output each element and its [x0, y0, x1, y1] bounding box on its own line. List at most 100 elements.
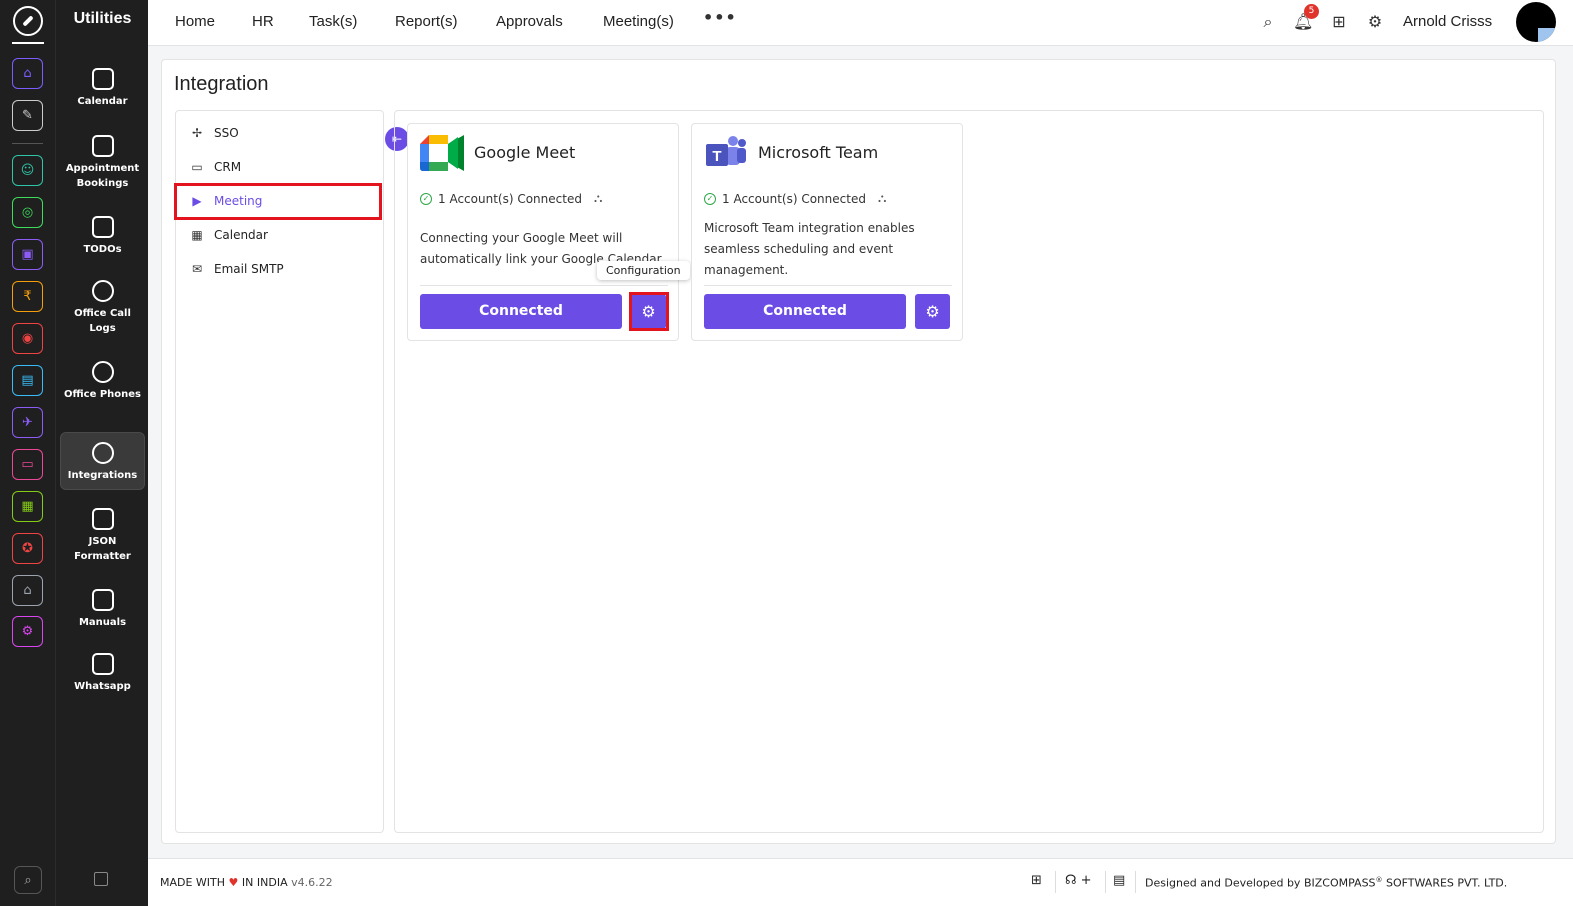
manual-icon — [91, 589, 114, 611]
notification-badge: 5 — [1304, 4, 1319, 19]
desk-phone-icon — [91, 361, 114, 383]
report-icon[interactable]: ▦ — [12, 491, 43, 522]
designed-prefix: Designed and Developed by — [1145, 876, 1301, 890]
util-item-label: Office Phones — [63, 389, 142, 400]
sitemap-icon[interactable]: ⛬ — [878, 191, 886, 206]
util-item-label: TODOs — [83, 244, 122, 255]
search-icon[interactable]: ⌕ — [14, 866, 42, 894]
compass-logo-icon[interactable] — [13, 6, 43, 36]
util-item-appointment-bookings[interactable]: Appointment Bookings — [60, 135, 145, 191]
company-name: BIZCOMPASS — [1303, 876, 1376, 890]
connected-button[interactable]: Connected — [420, 294, 622, 329]
logo-underline — [12, 42, 44, 44]
award-icon[interactable]: ✪ — [12, 533, 43, 564]
heart-icon: ♥ — [228, 876, 239, 889]
airplane-icon[interactable]: ✈ — [12, 407, 43, 438]
user-name[interactable]: Arnold Crisss — [1403, 13, 1492, 30]
util-item-integrations[interactable]: Integrations — [60, 432, 145, 490]
util-item-label: Appointment Bookings — [65, 163, 140, 189]
connection-status: ✓ 1 Account(s) Connected ⛬ — [420, 191, 602, 206]
code-icon — [91, 508, 114, 530]
more-menu-icon[interactable]: ••• — [703, 8, 737, 27]
made-prefix: MADE WITH — [160, 876, 226, 889]
integration-card-google-meet: Google Meet ✓ 1 Account(s) Connected ⛬ C… — [407, 123, 690, 341]
nav-reports[interactable]: Report(s) — [395, 13, 458, 30]
util-item-office-phones[interactable]: Office Phones — [60, 361, 145, 402]
document-icon[interactable]: ▤ — [12, 365, 43, 396]
made-suffix: IN INDIA — [241, 876, 288, 889]
nav-home[interactable]: Home — [175, 13, 215, 30]
card-description: Microsoft Team integration enables seaml… — [704, 221, 915, 277]
sitemap-icon[interactable]: ⛬ — [594, 191, 602, 206]
house-icon[interactable]: ⌂ — [12, 575, 43, 606]
made-in-india: MADE WITH ♥ IN INDIA v4.6.22 — [160, 876, 333, 889]
version-label: v4.6.22 — [291, 876, 333, 889]
company-suffix: SOFTWARES PVT. LTD. — [1386, 876, 1508, 890]
sidebar-item-crm[interactable]: ▭ CRM — [190, 160, 241, 174]
monitor-icon[interactable]: ▭ — [12, 449, 43, 480]
money-icon[interactable]: ₹ — [12, 281, 43, 312]
sidebar-item-calendar[interactable]: ▦ Calendar — [190, 228, 268, 242]
settings-icon[interactable]: ⚙ — [12, 616, 43, 647]
briefcase-icon[interactable]: ▣ — [12, 239, 43, 270]
util-item-todos[interactable]: TODOs — [60, 216, 145, 257]
integration-content: Google Meet ✓ 1 Account(s) Connected ⛬ C… — [394, 110, 1544, 833]
gear-icon — [91, 442, 114, 464]
apps-grid-icon[interactable]: ⊞ — [1329, 12, 1349, 32]
util-item-json-formatter[interactable]: JSON Formatter — [60, 508, 145, 564]
avatar[interactable] — [1516, 2, 1556, 42]
people-icon[interactable]: ☺ — [12, 155, 43, 186]
nav-tasks[interactable]: Task(s) — [309, 13, 357, 30]
gear-icon[interactable]: ⚙ — [1365, 12, 1385, 32]
util-item-label: Manuals — [78, 617, 127, 628]
search-icon[interactable]: ⌕ — [1258, 12, 1278, 32]
windows-icon[interactable]: ⊞ — [1031, 873, 1042, 888]
nav-approvals[interactable]: Approvals — [496, 13, 563, 30]
sidebar-item-sso[interactable]: ✢ SSO — [190, 126, 239, 140]
status-text: 1 Account(s) Connected — [722, 191, 866, 206]
util-item-whatsapp[interactable]: Whatsapp — [60, 653, 145, 694]
dartboard-icon[interactable]: ◉ — [12, 323, 43, 354]
util-item-manuals[interactable]: Manuals — [60, 589, 145, 630]
phone-icon — [91, 280, 114, 302]
support-icon[interactable]: ☊ + — [1065, 873, 1092, 888]
app-rail: ⌂ ✎ ☺ ◎ ▣ ₹ ◉ ▤ ✈ ▭ ▦ ✪ ⌂ ⚙ ⌕ — [0, 0, 55, 906]
util-item-calendar[interactable]: Calendar — [60, 68, 145, 109]
page-title: Integration — [174, 73, 269, 95]
registered-mark: ® — [1375, 876, 1383, 884]
sso-icon: ✢ — [191, 126, 203, 140]
configuration-button[interactable]: ⚙ — [915, 294, 950, 329]
nav-hr[interactable]: HR — [252, 13, 274, 30]
gear-icon: ⚙ — [925, 302, 940, 321]
google-meet-logo-icon — [420, 135, 464, 171]
divider — [1055, 871, 1056, 893]
top-bar: Home HR Task(s) Report(s) Approvals Meet… — [148, 0, 1573, 46]
card-title: Google Meet — [474, 143, 576, 162]
connected-button[interactable]: Connected — [704, 294, 906, 329]
util-item-office-call-logs[interactable]: Office Call Logs — [60, 280, 145, 336]
util-item-label: Calendar — [77, 96, 128, 107]
highlight-box — [174, 183, 382, 220]
panel-title: Utilities — [73, 10, 132, 27]
util-item-label: Office Call Logs — [74, 308, 131, 334]
collapse-panel-icon[interactable] — [94, 872, 108, 886]
sidebar-item-label: SSO — [214, 126, 239, 140]
nav-meetings[interactable]: Meeting(s) — [603, 13, 674, 30]
status-text: 1 Account(s) Connected — [438, 191, 582, 206]
microsoft-teams-logo-icon: T — [706, 136, 746, 166]
chat-icon — [91, 653, 114, 675]
integration-page: Integration ✢ SSO ▭ CRM ▶ Meeting ▦ Cale… — [161, 59, 1556, 844]
sidebar-item-label: CRM — [214, 160, 242, 174]
pin-icon[interactable]: ✎ — [12, 100, 43, 131]
target-icon[interactable]: ◎ — [12, 197, 43, 228]
integration-sidebar: ✢ SSO ▭ CRM ▶ Meeting ▦ Calendar ✉ Email… — [174, 110, 409, 833]
footer: MADE WITH ♥ IN INDIA v4.6.22 ⊞ ☊ + ▤ Des… — [148, 858, 1573, 906]
envelope-icon: ✉ — [191, 262, 203, 276]
divider — [1135, 871, 1136, 893]
home-icon[interactable]: ⌂ — [12, 58, 43, 89]
util-item-label: JSON Formatter — [74, 536, 131, 562]
check-circle-icon: ✓ — [704, 192, 716, 205]
sidebar-item-email-smtp[interactable]: ✉ Email SMTP — [190, 262, 284, 276]
manual-icon[interactable]: ▤ — [1113, 873, 1125, 888]
calendar-icon — [91, 68, 114, 90]
